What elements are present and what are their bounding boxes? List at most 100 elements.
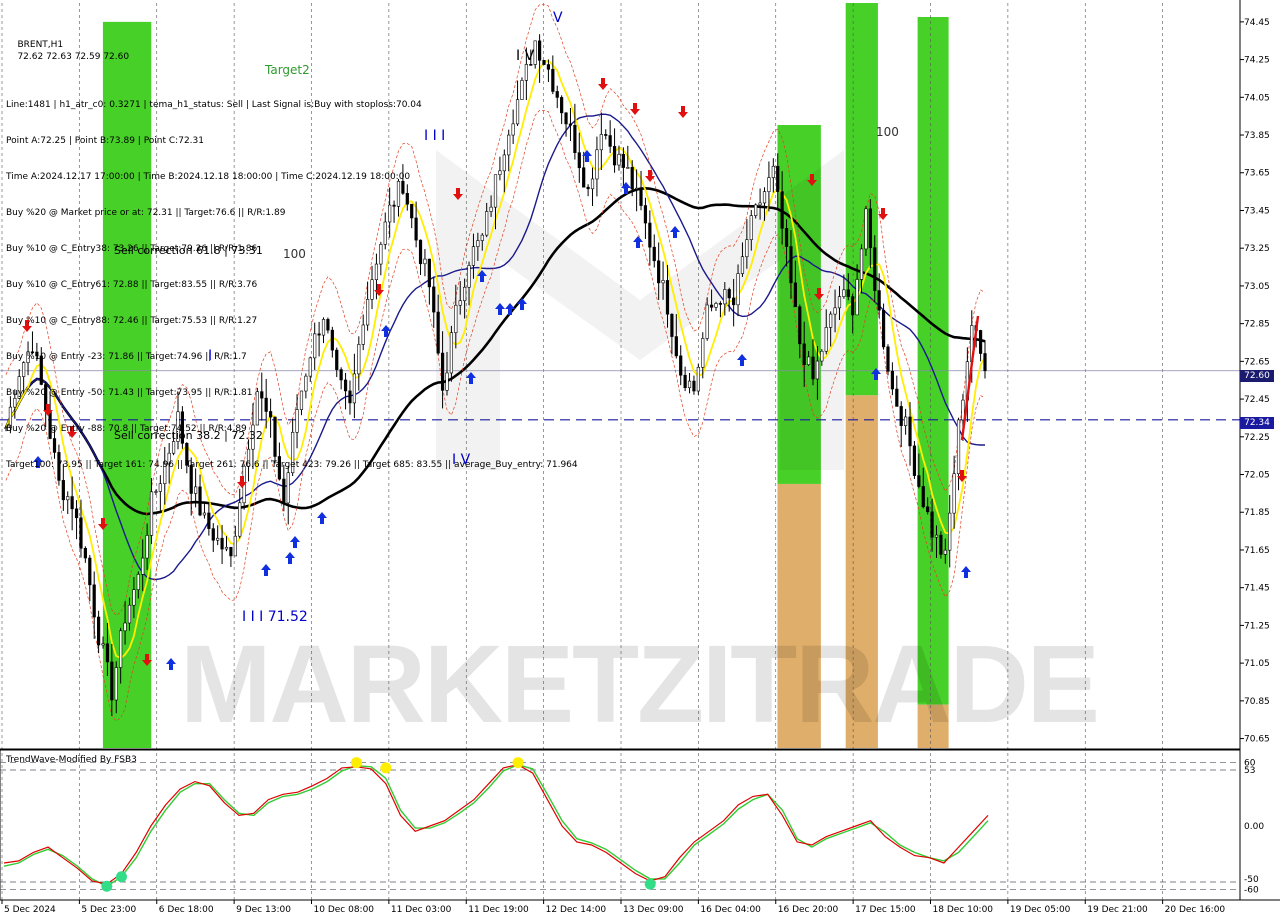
y-tick-label: 71.05 [1244, 659, 1270, 669]
oscillator-tick-label: -60 [1244, 885, 1259, 895]
bear-candle [436, 311, 440, 354]
y-tick-label: 71.45 [1244, 584, 1270, 594]
x-tick-label: 18 Dec 10:00 [933, 905, 994, 915]
bull-candle [502, 154, 506, 172]
bull-candle [357, 344, 361, 375]
bull-candle [736, 273, 740, 306]
x-tick-label: 6 Dec 18:00 [159, 905, 214, 915]
bull-candle [423, 258, 427, 265]
bear-candle [573, 125, 577, 153]
bull-candle [396, 180, 401, 207]
bull-candle [859, 248, 864, 280]
bull-candle [820, 350, 824, 362]
current-price-box: 72.60 [1240, 370, 1274, 382]
bull-candle [476, 240, 480, 247]
bear-candle [97, 616, 101, 646]
y-tick-label: 72.65 [1244, 357, 1270, 367]
bull-candle [321, 319, 326, 336]
bull-candle [864, 208, 868, 250]
y-tick-label: 72.45 [1244, 395, 1270, 405]
bear-candle [978, 330, 983, 354]
bull-candle [255, 391, 259, 426]
bear-candle [440, 352, 445, 391]
bear-candle [555, 91, 559, 98]
y-tick-label: 70.85 [1244, 697, 1270, 707]
bull-candle [352, 373, 356, 404]
oscillator-marker [512, 757, 524, 769]
watermark-text: MARKETZITRADE [180, 623, 1100, 746]
bear-candle [877, 290, 881, 311]
bull-candle [842, 289, 846, 297]
bull-candle [127, 604, 132, 624]
bear-candle [264, 397, 268, 412]
bull-candle [163, 463, 167, 485]
bull-candle [590, 178, 595, 190]
bear-candle [57, 452, 61, 481]
bear-candle [802, 343, 806, 365]
x-tick-label: 11 Dec 19:00 [468, 905, 529, 915]
bear-candle [709, 304, 714, 308]
bull-candle [837, 296, 842, 309]
x-tick-label: 5 Dec 23:00 [81, 905, 136, 915]
bull-candle [114, 667, 118, 701]
bear-candle [921, 486, 925, 508]
bear-candle [88, 557, 92, 586]
green-zone [917, 17, 949, 705]
bull-candle [4, 427, 8, 429]
bull-candle [520, 80, 524, 100]
bull-candle [308, 357, 312, 377]
bull-candle [485, 211, 489, 236]
x-tick-label: 5 Dec 2024 [4, 905, 56, 915]
bear-candle [220, 537, 224, 550]
bear-candle [873, 247, 877, 291]
y-tick-label: 73.05 [1244, 282, 1270, 292]
bear-candle [908, 416, 912, 447]
bear-candle [260, 391, 264, 399]
bear-candle [348, 390, 352, 404]
bear-candle [586, 186, 590, 190]
y-tick-label: 74.25 [1244, 56, 1270, 66]
bull-candle [246, 448, 251, 467]
bull-candle [833, 307, 837, 315]
bull-candle [463, 286, 467, 301]
bull-candle [370, 279, 374, 300]
bull-candle [767, 177, 771, 192]
bear-candle [630, 167, 634, 190]
bear-candle [229, 546, 233, 557]
bear-candle [793, 282, 797, 308]
bull-candle [136, 574, 140, 590]
bull-candle [758, 202, 762, 206]
bear-candle [939, 534, 943, 555]
bear-candle [418, 239, 423, 265]
bear-candle [211, 528, 215, 541]
bear-candle [39, 355, 43, 385]
oscillator-marker [115, 871, 127, 883]
bull-candle [454, 304, 458, 334]
y-tick-label: 74.05 [1244, 93, 1270, 103]
bull-candle [934, 534, 939, 538]
bull-candle [498, 170, 502, 175]
bear-candle [277, 456, 282, 480]
bull-candle [176, 411, 180, 442]
bear-candle [895, 388, 899, 407]
y-tick-label: 70.65 [1244, 735, 1270, 745]
bull-candle [626, 167, 630, 169]
bull-candle [291, 431, 295, 474]
bear-candle [30, 351, 35, 354]
x-tick-label: 19 Dec 21:00 [1087, 905, 1148, 915]
bull-candle [383, 221, 387, 245]
bear-candle [674, 336, 678, 357]
level-price-box: 72.34 [1240, 417, 1274, 429]
bull-candle [194, 486, 198, 494]
bear-candle [727, 289, 731, 299]
bull-candle [507, 134, 511, 156]
bull-candle [661, 280, 665, 284]
bear-candle [268, 411, 273, 418]
bull-candle [101, 643, 105, 646]
bull-candle [471, 246, 476, 266]
bear-candle [189, 465, 193, 494]
x-tick-label: 12 Dec 14:00 [546, 905, 607, 915]
oscillator-marker [101, 880, 113, 892]
bear-candle [542, 59, 546, 65]
x-tick-label: 17 Dec 15:00 [855, 905, 916, 915]
